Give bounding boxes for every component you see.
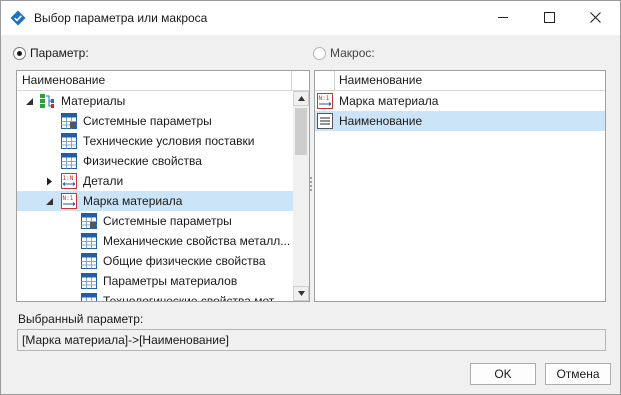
cancel-button[interactable]: Отмена [545, 363, 611, 385]
grade-icon: N:1 [317, 93, 333, 109]
scroll-up-arrow-icon [298, 96, 305, 101]
tree-row-label: Детали [83, 174, 124, 188]
tree-row-label: Технические условия поставки [83, 134, 255, 148]
list-item-label: Наименование [339, 114, 423, 128]
macro-radio-label: Макрос: [330, 46, 375, 60]
scroll-thumb[interactable] [295, 108, 307, 155]
column-divider [291, 71, 292, 91]
tree-row-system-params[interactable]: Системные параметры [17, 111, 293, 131]
tree-row-label: Параметры материалов [103, 274, 238, 288]
lock-table-icon [81, 213, 97, 229]
tree-row-label: Системные параметры [83, 114, 212, 128]
radio-dot-macro[interactable] [313, 46, 326, 60]
table-icon [61, 133, 77, 149]
svg-text:N:1: N:1 [63, 195, 74, 202]
list-icon [317, 113, 333, 129]
tree-row-label: Физические свойства [83, 154, 202, 168]
scroll-down-arrow-icon [298, 291, 305, 296]
table-icon [81, 293, 97, 301]
panel-splitter[interactable] [310, 177, 313, 195]
column-header[interactable]: Наименование [17, 71, 309, 91]
svg-text:N:1: N:1 [319, 95, 330, 102]
tree-row-label: Материалы [61, 94, 126, 108]
scroll-down-button[interactable] [293, 286, 309, 301]
radio-dot-parameter[interactable] [13, 46, 26, 60]
title-bar: Выбор параметра или макроса [1, 1, 620, 35]
list-item-label: Марка материала [339, 94, 439, 108]
detail-icon: 1:N [61, 173, 77, 189]
tree-row-material-params[interactable]: Параметры материалов [17, 271, 293, 291]
app-icon [10, 10, 26, 26]
table-icon [81, 273, 97, 289]
list-item-name[interactable]: Наименование [315, 111, 605, 131]
tree-row-label: Марка материала [83, 194, 183, 208]
parameter-tree-panel: Наименование Материалы Системные парамет… [16, 70, 310, 302]
tree-row-system-params-sub[interactable]: Системные параметры [17, 211, 293, 231]
column-header-label: Наименование [339, 73, 423, 87]
ok-button[interactable]: OK [470, 363, 536, 385]
table-icon [81, 233, 97, 249]
tree-row-tech-props[interactable]: Технологические свойства мет... [17, 291, 293, 302]
dialog-window: Выбор параметра или макроса Параметр: Ма… [0, 0, 621, 395]
tree-row-general-physical[interactable]: Общие физические свойства [17, 251, 293, 271]
close-button[interactable] [573, 1, 619, 34]
selected-parameter-field[interactable]: [Марка материала]->[Наименование] [17, 329, 606, 351]
collapse-arrow-icon[interactable] [25, 97, 34, 106]
lock-table-icon [61, 113, 77, 129]
maximize-button[interactable] [527, 1, 573, 34]
minimize-button[interactable] [481, 1, 527, 34]
table-icon [81, 253, 97, 269]
expand-arrow-icon[interactable] [45, 177, 54, 186]
tree-row-materials[interactable]: Материалы [17, 91, 293, 111]
maximize-icon [544, 12, 555, 23]
list-item-material-grade[interactable]: N:1 Марка материала [315, 91, 605, 111]
tree-row-physical-props[interactable]: Физические свойства [17, 151, 293, 171]
grade-icon: N:1 [61, 193, 77, 209]
tree-row-label: Технологические свойства мет... [103, 294, 283, 302]
parameter-radio-label: Параметр: [30, 46, 89, 60]
tree-row-tech-conditions[interactable]: Технические условия поставки [17, 131, 293, 151]
materials-tree-icon [40, 94, 54, 108]
window-title: Выбор параметра или макроса [34, 11, 208, 25]
macro-radio[interactable]: Макрос: [313, 45, 375, 61]
table-icon [61, 153, 77, 169]
tree-row-label: Механические свойства металл... [103, 234, 291, 248]
close-icon [590, 12, 601, 23]
svg-text:1:N: 1:N [63, 175, 74, 182]
collapse-arrow-icon[interactable] [45, 197, 54, 206]
column-header-label: Наименование [22, 73, 106, 87]
minimize-icon [498, 17, 508, 18]
tree-scrollbar[interactable] [293, 91, 309, 301]
tree-row-material-grade[interactable]: N:1 Марка материала [17, 191, 293, 211]
tree-row-label: Системные параметры [103, 214, 232, 228]
scroll-up-button[interactable] [293, 91, 309, 106]
column-header[interactable]: Наименование [315, 71, 605, 91]
selected-parameter-label: Выбранный параметр: [18, 312, 144, 326]
tree-row-mech-props[interactable]: Механические свойства металл... [17, 231, 293, 251]
tree-row-label: Общие физические свойства [103, 254, 266, 268]
tree-row-details[interactable]: 1:N Детали [17, 171, 293, 191]
macro-list-panel: Наименование N:1 Марка материала Наимено… [314, 70, 606, 302]
parameter-radio[interactable]: Параметр: [13, 45, 89, 61]
column-divider [334, 71, 335, 91]
